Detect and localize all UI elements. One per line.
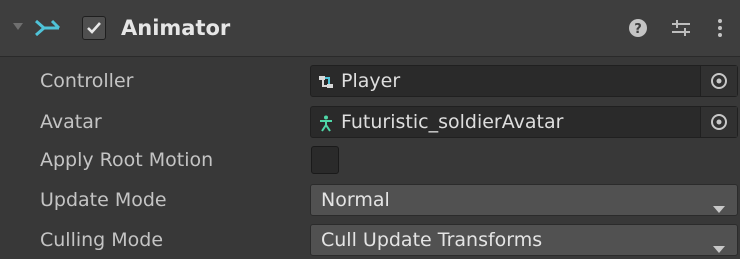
presets-icon[interactable] xyxy=(669,16,693,40)
update-mode-value: Normal xyxy=(321,189,390,211)
object-picker-icon[interactable] xyxy=(700,66,737,96)
foldout-arrow-icon[interactable] xyxy=(11,18,31,38)
more-options-icon[interactable] xyxy=(708,16,732,40)
component-title: Animator xyxy=(121,16,231,40)
apply-root-motion-checkbox[interactable] xyxy=(311,146,339,174)
dropdown-arrow-icon xyxy=(713,237,725,253)
culling-mode-dropdown[interactable]: Cull Update Transforms xyxy=(310,224,738,256)
avatar-label: Avatar xyxy=(40,111,102,133)
component-header[interactable]: Animator ? xyxy=(0,0,740,57)
avatar-row: Avatar Futuristic_soldierAvatar xyxy=(0,103,740,141)
avatar-field[interactable]: Futuristic_soldierAvatar xyxy=(310,106,738,138)
avatar-value: Futuristic_soldierAvatar xyxy=(341,111,564,133)
avatar-icon xyxy=(317,114,335,132)
object-picker-icon[interactable] xyxy=(700,107,737,137)
apply-root-motion-label: Apply Root Motion xyxy=(40,149,214,171)
help-icon[interactable]: ? xyxy=(626,16,650,40)
svg-text:?: ? xyxy=(634,22,642,37)
controller-label: Controller xyxy=(40,70,134,92)
controller-value: Player xyxy=(341,70,401,92)
animator-controller-icon xyxy=(317,73,335,91)
apply-root-motion-row: Apply Root Motion xyxy=(0,141,740,179)
animator-component-icon xyxy=(34,17,62,39)
controller-row: Controller Player xyxy=(0,62,740,100)
culling-mode-label: Culling Mode xyxy=(40,229,164,251)
controller-field[interactable]: Player xyxy=(310,65,738,97)
update-mode-label: Update Mode xyxy=(40,189,167,211)
culling-mode-value: Cull Update Transforms xyxy=(321,229,543,251)
animator-inspector-panel: Animator ? Controller Player Avatar Futu… xyxy=(0,0,740,259)
update-mode-dropdown[interactable]: Normal xyxy=(310,184,738,216)
culling-mode-row: Culling Mode Cull Update Transforms xyxy=(0,221,740,259)
component-enabled-checkbox[interactable] xyxy=(82,16,106,40)
update-mode-row: Update Mode Normal xyxy=(0,181,740,219)
dropdown-arrow-icon xyxy=(713,197,725,213)
